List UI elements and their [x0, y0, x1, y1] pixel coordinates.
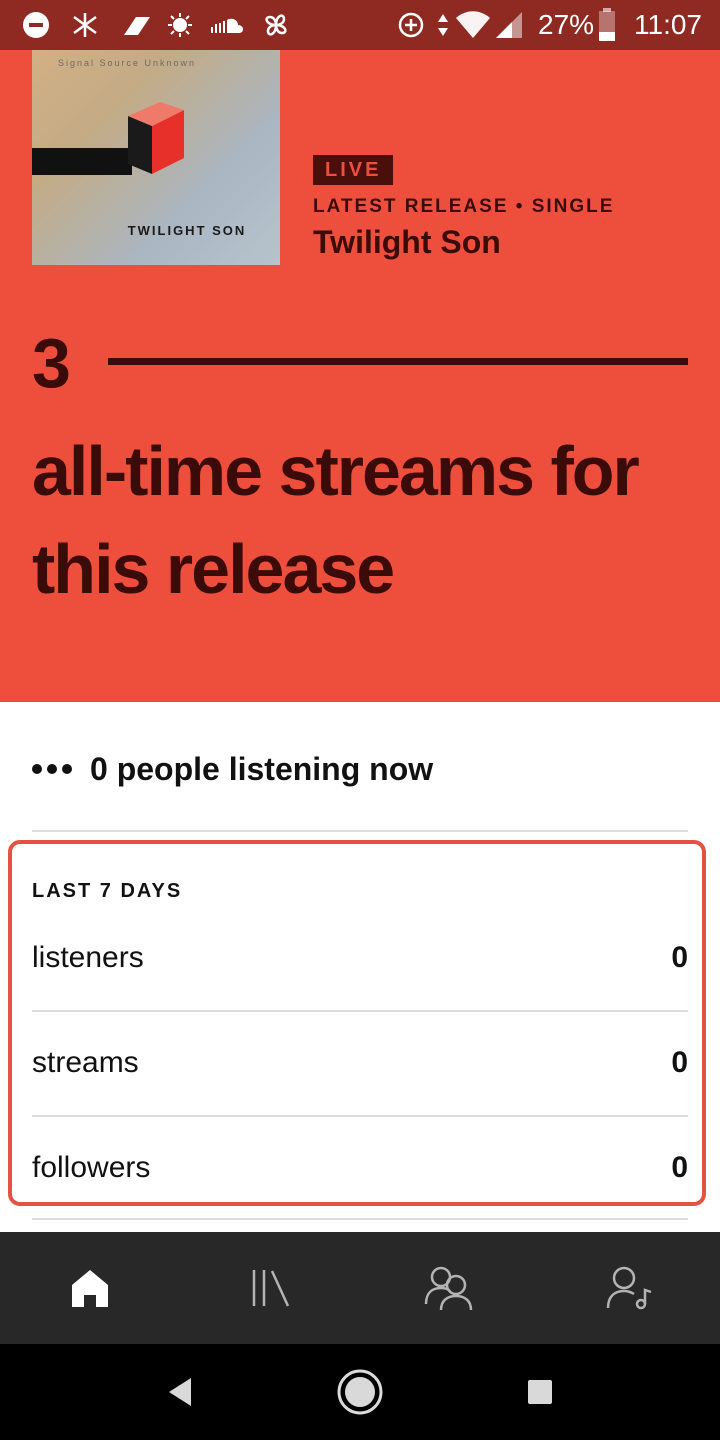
stat-row-listeners[interactable]: listeners 0: [32, 928, 688, 988]
stat-value: 0: [671, 1151, 688, 1184]
home-circle-icon: [337, 1369, 383, 1415]
edit-icon: [116, 0, 152, 50]
recents-button[interactable]: [480, 1344, 600, 1440]
stat-row-streams[interactable]: streams 0: [32, 1033, 688, 1093]
audience-icon: [424, 1266, 473, 1311]
stat-value: 0: [671, 1046, 688, 1079]
divider: [32, 830, 688, 832]
stat-label: streams: [32, 1046, 139, 1079]
release-meta: LATEST RELEASE • SINGLE: [313, 196, 615, 217]
battery-icon: [598, 0, 616, 50]
dnd-icon: [22, 0, 50, 50]
home-icon: [72, 1270, 108, 1307]
data-arrows-icon: [436, 0, 450, 50]
artist-profile-icon: [606, 1266, 652, 1310]
stat-label: followers: [32, 1151, 151, 1184]
brightness-icon: [166, 0, 194, 50]
album-cover[interactable]: Signal Source Unknown TWILIGHT SON: [32, 18, 280, 265]
back-icon: [169, 1378, 191, 1406]
divider: [32, 1115, 688, 1117]
clock: 11:07: [634, 9, 702, 40]
signal-icon: [494, 0, 524, 50]
stat-value: 0: [671, 941, 688, 974]
divider: [32, 1218, 688, 1220]
divider: [32, 1010, 688, 1012]
nav-audience[interactable]: [360, 1232, 540, 1344]
system-navigation: [0, 1344, 720, 1440]
live-dots-icon: [32, 764, 72, 774]
last-7-days-heading: LAST 7 DAYS: [32, 880, 183, 902]
wifi-icon: [454, 0, 492, 50]
back-button[interactable]: [120, 1344, 240, 1440]
all-time-streams-caption: all-time streams for this release: [32, 432, 640, 608]
streams-rule: [108, 358, 688, 365]
nav-library[interactable]: [180, 1232, 360, 1344]
battery-percent: 27%: [538, 9, 595, 40]
data-saver-icon: [396, 0, 426, 50]
status-bar: 27% 11:07: [0, 0, 720, 50]
listening-now-text: 0 people listening now: [90, 750, 434, 787]
nav-home[interactable]: [0, 1232, 180, 1344]
bottom-navigation: [0, 1232, 720, 1344]
bluetooth-icon: [68, 0, 102, 50]
stat-row-followers[interactable]: followers 0: [32, 1138, 688, 1198]
stat-label: listeners: [32, 941, 144, 974]
all-time-streams-count: 3: [32, 324, 71, 402]
pinwheel-icon: [260, 0, 292, 50]
nav-artist-profile[interactable]: [540, 1232, 720, 1344]
home-button[interactable]: [300, 1344, 420, 1440]
cover-title: TWILIGHT SON: [127, 223, 247, 238]
listening-now: 0 people listening now: [32, 745, 433, 793]
live-badge: LIVE: [313, 155, 394, 185]
recents-icon: [528, 1380, 552, 1404]
soundcloud-icon: [210, 0, 244, 50]
library-icon: [252, 1270, 290, 1307]
release-title[interactable]: Twilight Son: [313, 224, 501, 261]
release-hero: Signal Source Unknown TWILIGHT SON LIVE …: [0, 0, 720, 702]
